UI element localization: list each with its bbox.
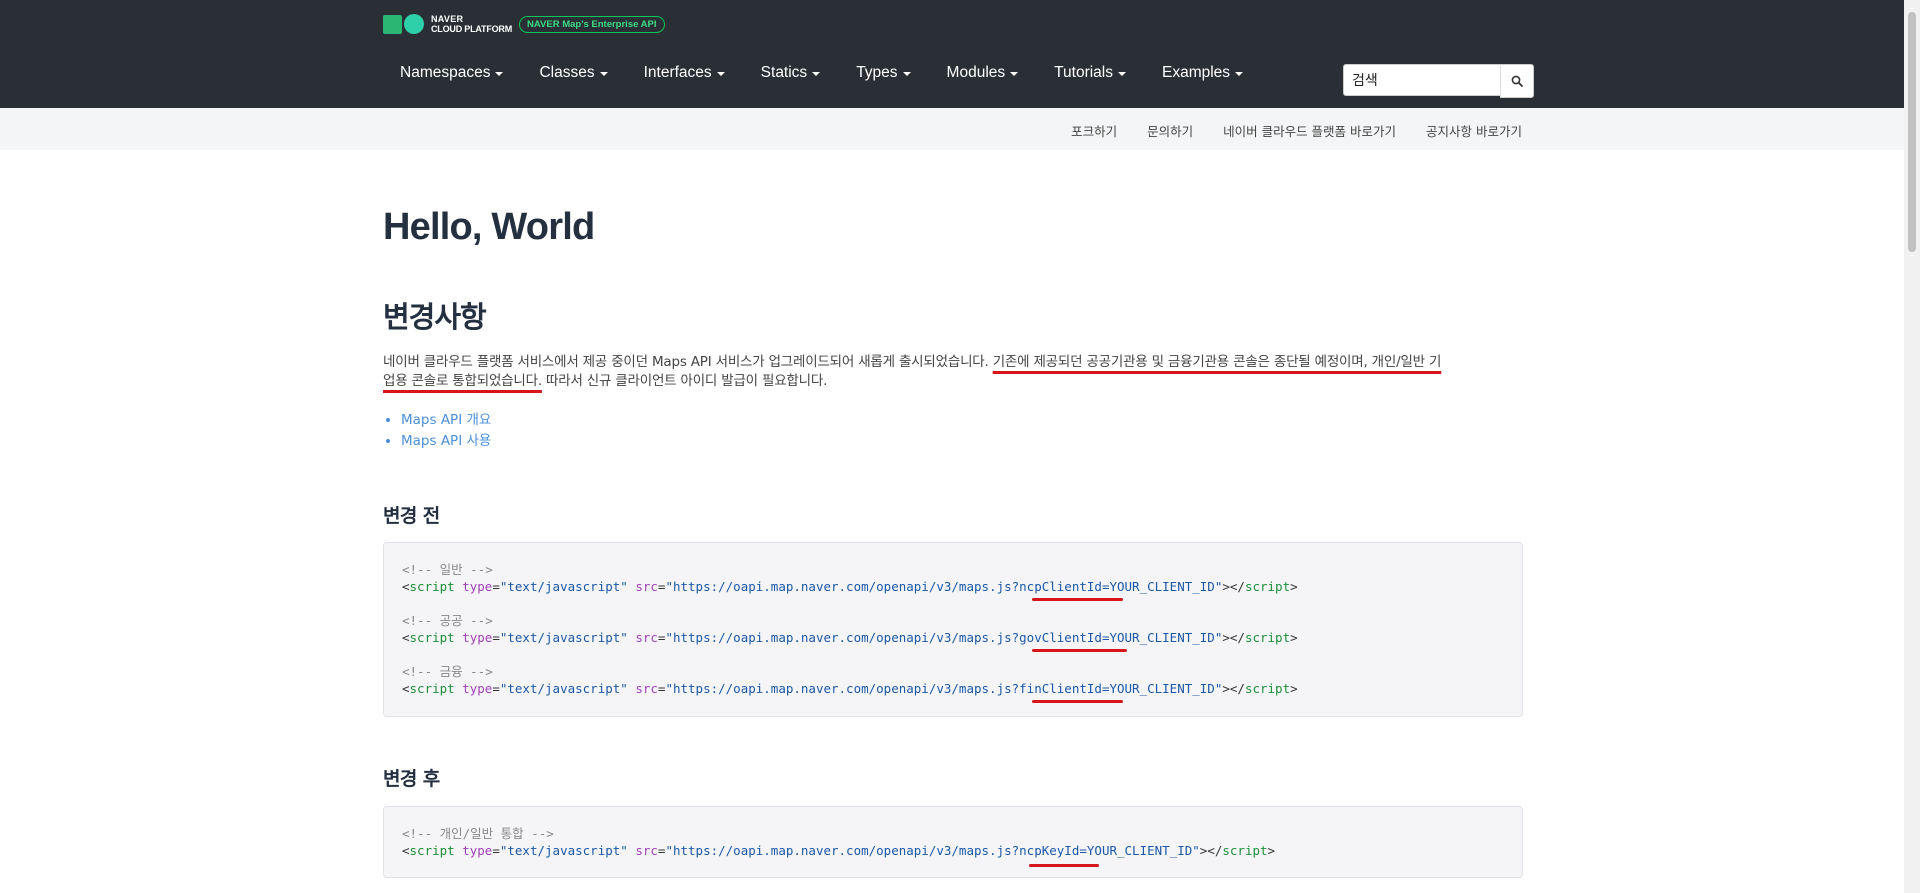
code-line: <script type="text/javascript" src="http… xyxy=(402,630,1298,645)
caret-down-icon xyxy=(1235,72,1244,76)
intro-paragraph: 네이버 클라우드 플랫폼 서비스에서 제공 중이던 Maps API 서비스가 … xyxy=(383,353,1523,391)
intro-highlight-2: 업용 콘솔로 통합되었습니다. xyxy=(383,373,542,389)
code-line: <script type="text/javascript" src="http… xyxy=(402,579,1298,594)
subnav-link-inquiry[interactable]: 문의하기 xyxy=(1147,121,1193,140)
code-comment: <!-- 금융 --> xyxy=(402,664,493,679)
caret-down-icon xyxy=(1118,72,1126,76)
nav-label: Interfaces xyxy=(643,64,712,81)
nav-label: Statics xyxy=(760,64,808,81)
search-icon xyxy=(1511,75,1523,87)
underline-mark xyxy=(1032,598,1123,601)
caret-down-icon xyxy=(599,72,608,76)
link-maps-api-usage[interactable]: Maps API 사용 xyxy=(401,431,491,452)
logo-mark-icon xyxy=(383,14,424,34)
nav-types[interactable]: Types xyxy=(856,64,911,82)
logo-line2: CLOUD PLATFORM xyxy=(431,24,513,34)
naver-cloud-logo[interactable]: NAVER CLOUD PLATFORM NAVER Map's Enterpr… xyxy=(383,14,665,34)
top-header: NAVER CLOUD PLATFORM NAVER Map's Enterpr… xyxy=(0,0,1904,108)
underline-mark xyxy=(1032,649,1127,652)
nav-namespaces[interactable]: Namespaces xyxy=(400,64,504,82)
code-block-before: <!-- 일반 --> <script type="text/javascrip… xyxy=(383,542,1523,717)
nav-label: Modules xyxy=(946,64,1006,81)
nav-classes[interactable]: Classes xyxy=(539,64,608,82)
code-block-after: <!-- 개인/일반 통합 --> <script type="text/jav… xyxy=(383,806,1523,878)
search-button[interactable] xyxy=(1500,64,1534,98)
code-comment: <!-- 개인/일반 통합 --> xyxy=(402,826,554,841)
subnav-link-ncp[interactable]: 네이버 클라우드 플랫폼 바로가기 xyxy=(1223,121,1396,140)
logo-text: NAVER CLOUD PLATFORM xyxy=(431,14,512,34)
doc-links: Maps API 개요 Maps API 사용 xyxy=(383,410,491,452)
subnav-link-notice[interactable]: 공지사항 바로가기 xyxy=(1426,121,1522,140)
link-maps-api-overview[interactable]: Maps API 개요 xyxy=(401,410,491,431)
nav-tutorials[interactable]: Tutorials xyxy=(1054,64,1126,82)
intro-highlight-1: 기존에 제공되던 공공기관용 및 금융기관용 콘솔은 종단될 예정이며, 개인/… xyxy=(992,354,1442,370)
caret-down-icon xyxy=(495,72,504,76)
caret-down-icon xyxy=(902,72,911,76)
code-comment: <!-- 일반 --> xyxy=(402,562,493,577)
scrollbar-thumb[interactable] xyxy=(1908,12,1916,252)
nav-label: Namespaces xyxy=(400,64,491,81)
enterprise-api-badge: NAVER Map's Enterprise API xyxy=(519,15,665,33)
section-title: 변경사항 xyxy=(383,300,487,334)
page-title: Hello, World xyxy=(383,206,595,248)
sub-nav-bar: 포크하기 문의하기 네이버 클라우드 플랫폼 바로가기 공지사항 바로가기 xyxy=(0,108,1904,150)
search-input[interactable] xyxy=(1343,64,1501,96)
subnav-link-fork[interactable]: 포크하기 xyxy=(1071,121,1117,140)
nav-label: Tutorials xyxy=(1054,64,1113,81)
nav-examples[interactable]: Examples xyxy=(1162,64,1244,82)
nav-modules[interactable]: Modules xyxy=(947,64,1019,82)
caret-down-icon xyxy=(812,72,821,76)
after-title: 변경 후 xyxy=(383,768,440,790)
code-line: <script type="text/javascript" src="http… xyxy=(402,843,1276,858)
nav-label: Examples xyxy=(1162,64,1231,81)
page-scrollbar[interactable] xyxy=(1904,0,1920,893)
intro-text-3: 따라서 신규 클라이언트 아이디 발급이 필요합니다. xyxy=(541,373,828,389)
main-nav: Namespaces Classes Interfaces Statics Ty… xyxy=(383,64,1279,82)
intro-text-1: 네이버 클라우드 플랫폼 서비스에서 제공 중이던 Maps API 서비스가 … xyxy=(383,354,993,370)
caret-down-icon xyxy=(1010,72,1019,76)
caret-down-icon xyxy=(716,72,725,76)
search-box xyxy=(1343,64,1534,98)
nav-label: Classes xyxy=(539,64,595,81)
nav-statics[interactable]: Statics xyxy=(761,64,821,82)
logo-line1: NAVER xyxy=(431,14,464,24)
before-title: 변경 전 xyxy=(383,505,440,527)
code-line: <script type="text/javascript" src="http… xyxy=(402,681,1298,696)
nav-interfaces[interactable]: Interfaces xyxy=(644,64,725,82)
underline-mark xyxy=(1029,864,1099,867)
underline-mark xyxy=(1032,700,1123,703)
code-comment: <!-- 공공 --> xyxy=(402,613,493,628)
nav-label: Types xyxy=(856,64,898,81)
